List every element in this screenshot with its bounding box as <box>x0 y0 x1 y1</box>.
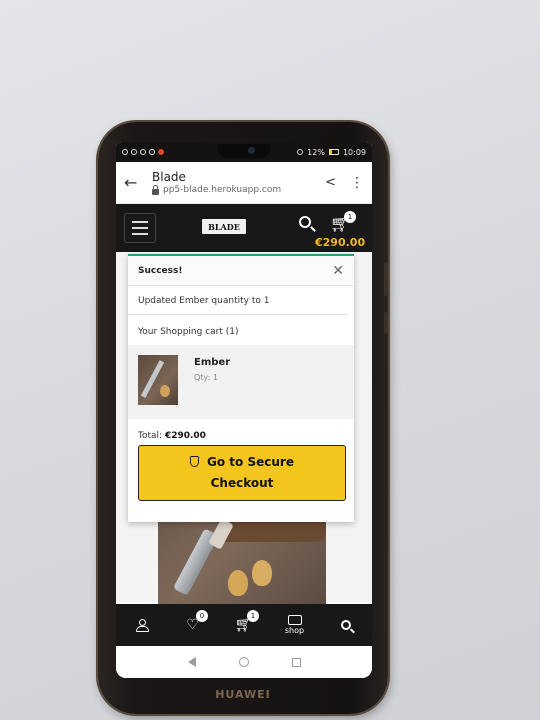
nav-cart[interactable]: 🛒︎ 1 <box>218 604 269 646</box>
device-brand: HUAWEI <box>215 688 271 701</box>
cart-total-line: Total: €290.00 <box>128 419 354 445</box>
shop-icon <box>287 615 302 625</box>
battery-percent: 12% <box>307 147 325 157</box>
cart-count-badge: 1 <box>247 610 259 622</box>
notification-icon <box>149 149 155 155</box>
more-options-icon[interactable]: ⋮ <box>350 175 364 191</box>
total-label: Total: <box>138 431 163 441</box>
nav-account[interactable] <box>116 604 167 646</box>
wishlist-count-badge: 0 <box>196 610 208 622</box>
notification-icon <box>140 149 146 155</box>
url-line: pp5-blade.herokuapp.com <box>152 184 325 195</box>
menu-button[interactable] <box>124 213 156 243</box>
notification-icon <box>122 149 128 155</box>
status-bar: 12% 10:09 <box>116 142 372 162</box>
toast-message: Updated Ember quantity to 1 <box>128 286 348 315</box>
user-icon <box>135 619 149 632</box>
checkout-label-line1: Go to Secure <box>207 455 294 469</box>
cart-count-badge: 1 <box>344 211 356 223</box>
lock-icon <box>152 184 159 195</box>
signal-icon <box>297 149 304 155</box>
checkout-label-line2: Checkout <box>210 476 274 490</box>
cart-total[interactable]: €290.00 <box>315 236 365 249</box>
battery-icon <box>328 149 339 155</box>
address-bar[interactable]: Blade pp5-blade.herokuapp.com <box>152 170 325 195</box>
clock: 10:09 <box>342 147 366 157</box>
bottom-nav: ♡ 0 🛒︎ 1 shop <box>116 604 372 646</box>
share-icon[interactable]: < <box>325 175 336 190</box>
power-button <box>384 312 388 334</box>
system-back-icon[interactable] <box>187 657 196 667</box>
url-text: pp5-blade.herokuapp.com <box>163 185 282 195</box>
browser-toolbar: ← Blade pp5-blade.herokuapp.com < ⋮ <box>116 162 372 204</box>
notification-icon <box>131 149 137 155</box>
search-icon[interactable] <box>299 216 311 228</box>
menu-bar <box>132 227 148 229</box>
toast-title: Success! <box>138 265 183 276</box>
system-home-icon[interactable] <box>238 657 249 667</box>
image-pick <box>228 570 248 596</box>
shield-icon <box>190 456 200 467</box>
notification-icons <box>122 149 164 155</box>
android-nav-bar <box>116 646 372 678</box>
success-toast: Success! ✕ Updated Ember quantity to 1 Y… <box>128 254 354 522</box>
menu-bar <box>132 221 148 223</box>
site-header: BLADE 🛒︎ 1 €290.00 <box>116 204 372 252</box>
camera-notch <box>218 144 270 158</box>
toast-header: Success! ✕ <box>128 256 354 286</box>
shop-label: shop <box>284 626 305 635</box>
nav-shop[interactable]: shop <box>269 604 320 646</box>
back-arrow-icon[interactable]: ← <box>124 173 142 192</box>
system-recents-icon[interactable] <box>291 657 301 667</box>
cart-item-thumbnail <box>138 355 178 405</box>
notification-icon <box>158 149 164 155</box>
cart-heading: Your Shopping cart (1) <box>138 327 239 337</box>
nav-search[interactable] <box>320 604 371 646</box>
phone-screen: 12% 10:09 ← Blade pp5-blade.herokuapp.co… <box>116 142 372 678</box>
cart-item: Ember Qty: 1 <box>128 345 354 419</box>
cart-item-qty: Qty: 1 <box>194 373 218 382</box>
close-icon[interactable]: ✕ <box>332 264 344 278</box>
status-right: 12% 10:09 <box>297 148 366 157</box>
image-pick <box>252 560 272 586</box>
total-value: €290.00 <box>164 431 206 441</box>
secure-checkout-button[interactable]: Go to Secure Checkout <box>138 445 346 501</box>
product-image[interactable] <box>158 518 326 604</box>
menu-bar <box>132 233 148 235</box>
cart-item-name: Ember <box>194 357 231 368</box>
page-title: Blade <box>152 170 186 184</box>
nav-wishlist[interactable]: ♡ 0 <box>167 604 218 646</box>
site-logo[interactable]: BLADE <box>202 219 246 234</box>
volume-button <box>384 262 388 296</box>
search-icon <box>340 620 351 630</box>
